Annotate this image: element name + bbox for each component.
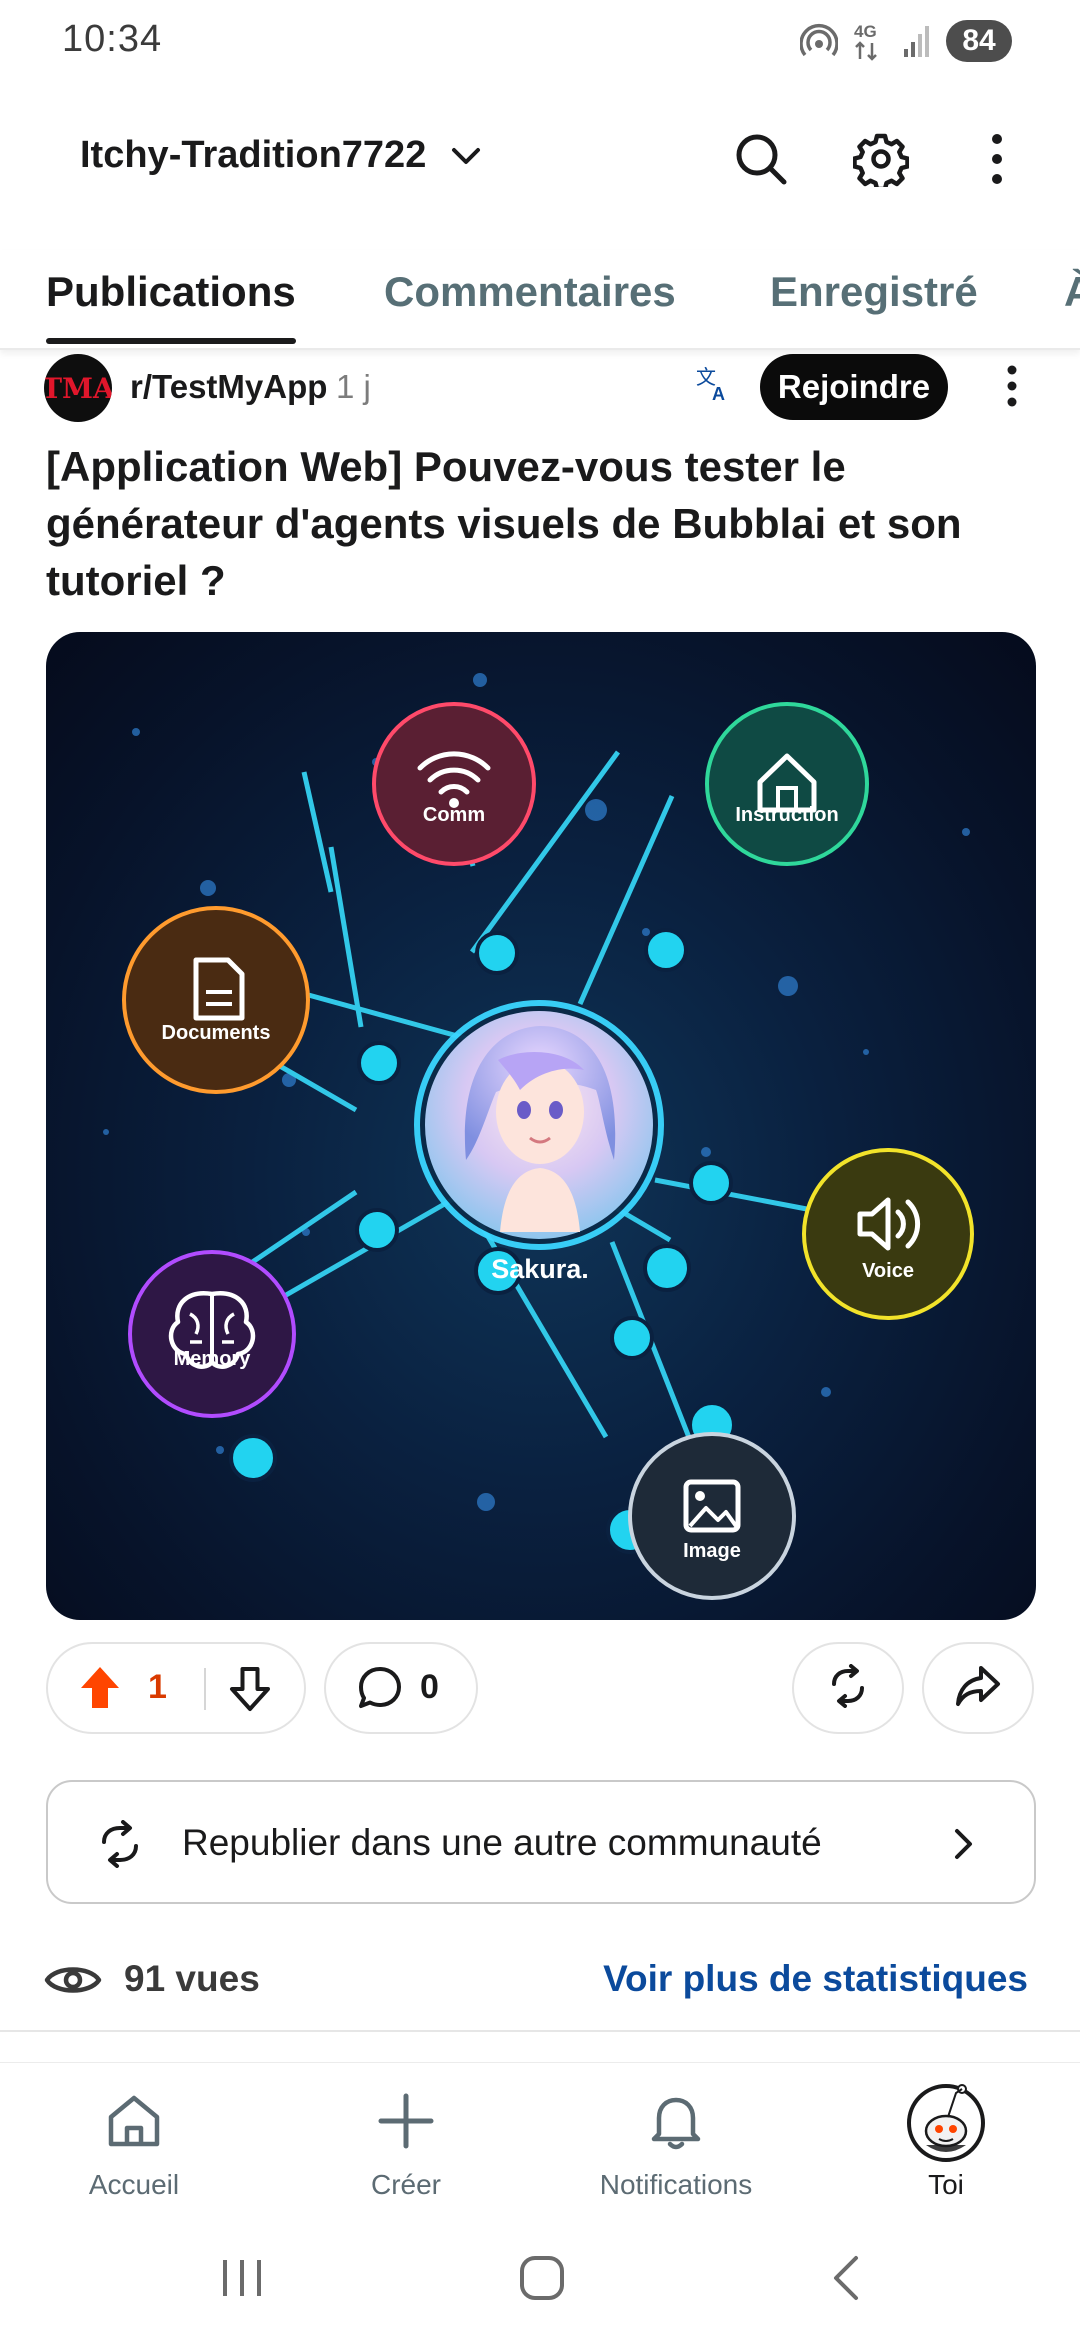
instruction-label: Instruction (735, 804, 839, 826)
voice-node (802, 1148, 974, 1320)
upvote-icon[interactable] (78, 1664, 122, 1717)
repost-icon (826, 1663, 870, 1713)
svg-text:A: A (712, 384, 725, 404)
comm-label: Comm (422, 804, 486, 826)
status-icons: 4G 84 (800, 20, 1012, 62)
nav-label-profile: Toi (928, 2169, 964, 2200)
nav-label-create: Créer (370, 2169, 441, 2200)
nav-notifications[interactable]: Notifications (576, 2081, 776, 2201)
share-icon (955, 1664, 1001, 1713)
svg-text:4G: 4G (854, 22, 877, 41)
network-icon: 4G (852, 21, 888, 61)
vote-pill: 1 (46, 1642, 306, 1734)
status-time: 10:34 (62, 18, 163, 60)
voice-label: Voice (862, 1260, 914, 1282)
system-nav-bar (0, 2212, 1080, 2340)
chevron-right-icon (948, 1826, 978, 1867)
memory-label: Memory (173, 1348, 251, 1370)
community-avatar[interactable]: TMA (44, 354, 112, 422)
recent-apps-icon[interactable] (202, 2248, 282, 2308)
community-name[interactable]: r/TestMyApp (130, 368, 327, 406)
status-bar: 10:34 4G 84 (0, 0, 1080, 84)
more-stats-link[interactable]: Voir plus de statistiques (603, 1958, 1028, 2000)
vote-count: 1 (148, 1668, 167, 1706)
nav-create[interactable]: Créer (306, 2081, 506, 2201)
avatar-icon (846, 2081, 1046, 2162)
username-switcher[interactable]: Itchy-Tradition7722 (80, 134, 426, 177)
comment-count: 0 (420, 1668, 439, 1706)
nav-label-notifications: Notifications (599, 2169, 753, 2200)
comment-icon (356, 1664, 404, 1717)
nav-profile[interactable]: Toi (846, 2081, 1046, 2201)
post-image[interactable]: Comm Instruction Documents Voice Memory … (46, 632, 1036, 1620)
nav-label-home: Accueil (88, 2169, 180, 2200)
share-button[interactable] (922, 1642, 1034, 1734)
memory-node (128, 1250, 296, 1418)
divider (0, 2030, 1080, 2032)
profile-tabs: Publications Commentaires Enregistré À (0, 250, 1080, 350)
back-icon[interactable] (806, 2248, 886, 2308)
signal-icon (902, 23, 932, 59)
downvote-icon[interactable] (228, 1664, 272, 1717)
nav-home[interactable]: Accueil (34, 2081, 234, 2201)
republish-button[interactable]: Republier dans une autre communauté (46, 1780, 1036, 1904)
instruction-node (705, 702, 869, 866)
vote-separator (204, 1668, 206, 1710)
active-tab-indicator (46, 338, 296, 344)
post-more-icon[interactable] (994, 356, 1030, 416)
documents-node (122, 906, 310, 1094)
tab-partial[interactable]: À (1064, 268, 1080, 316)
image-label: Image (683, 1540, 741, 1562)
post-age: 1 j (336, 368, 371, 405)
image-node (628, 1432, 796, 1600)
profile-header: Itchy-Tradition7722 (0, 110, 1080, 210)
sakura-avatar (414, 1000, 664, 1250)
tab-commentaires[interactable]: Commentaires (384, 268, 676, 316)
republish-label: Republier dans une autre communauté (182, 1822, 822, 1863)
plus-icon (306, 2081, 506, 2161)
chevron-down-icon[interactable] (448, 138, 484, 179)
tab-publications[interactable]: Publications (46, 268, 296, 316)
home-icon (34, 2081, 234, 2161)
search-icon[interactable] (726, 124, 796, 194)
translate-icon[interactable]: 文A (694, 364, 734, 409)
post-stats: 91 vues Voir plus de statistiques (0, 1950, 1080, 2010)
crosspost-button[interactable] (792, 1642, 904, 1734)
home-button-icon[interactable] (502, 2248, 582, 2308)
join-button[interactable]: Rejoindre (760, 354, 948, 420)
eye-icon (44, 1960, 102, 2005)
post-actions: 1 0 (0, 1642, 1080, 1736)
bottom-nav: Accueil Créer Notifications Toi (0, 2062, 1080, 2212)
bell-icon (576, 2081, 776, 2161)
sakura-label: Sakura. (491, 1254, 589, 1284)
more-vertical-icon[interactable] (962, 124, 1032, 194)
views-count: 91 vues (124, 1958, 260, 1999)
post-meta: TMA r/TestMyApp 1 j 文A Rejoindre (0, 350, 1080, 422)
hotspot-icon (800, 22, 838, 60)
repost-icon (96, 1820, 144, 1873)
battery-indicator: 84 (946, 20, 1012, 62)
post-title[interactable]: [Application Web] Pouvez-vous tester le … (46, 438, 1036, 609)
comm-node (372, 702, 536, 866)
settings-gear-icon[interactable] (846, 124, 916, 194)
tab-enregistre[interactable]: Enregistré (770, 268, 978, 316)
documents-label: Documents (161, 1022, 271, 1044)
comments-button[interactable]: 0 (324, 1642, 478, 1734)
